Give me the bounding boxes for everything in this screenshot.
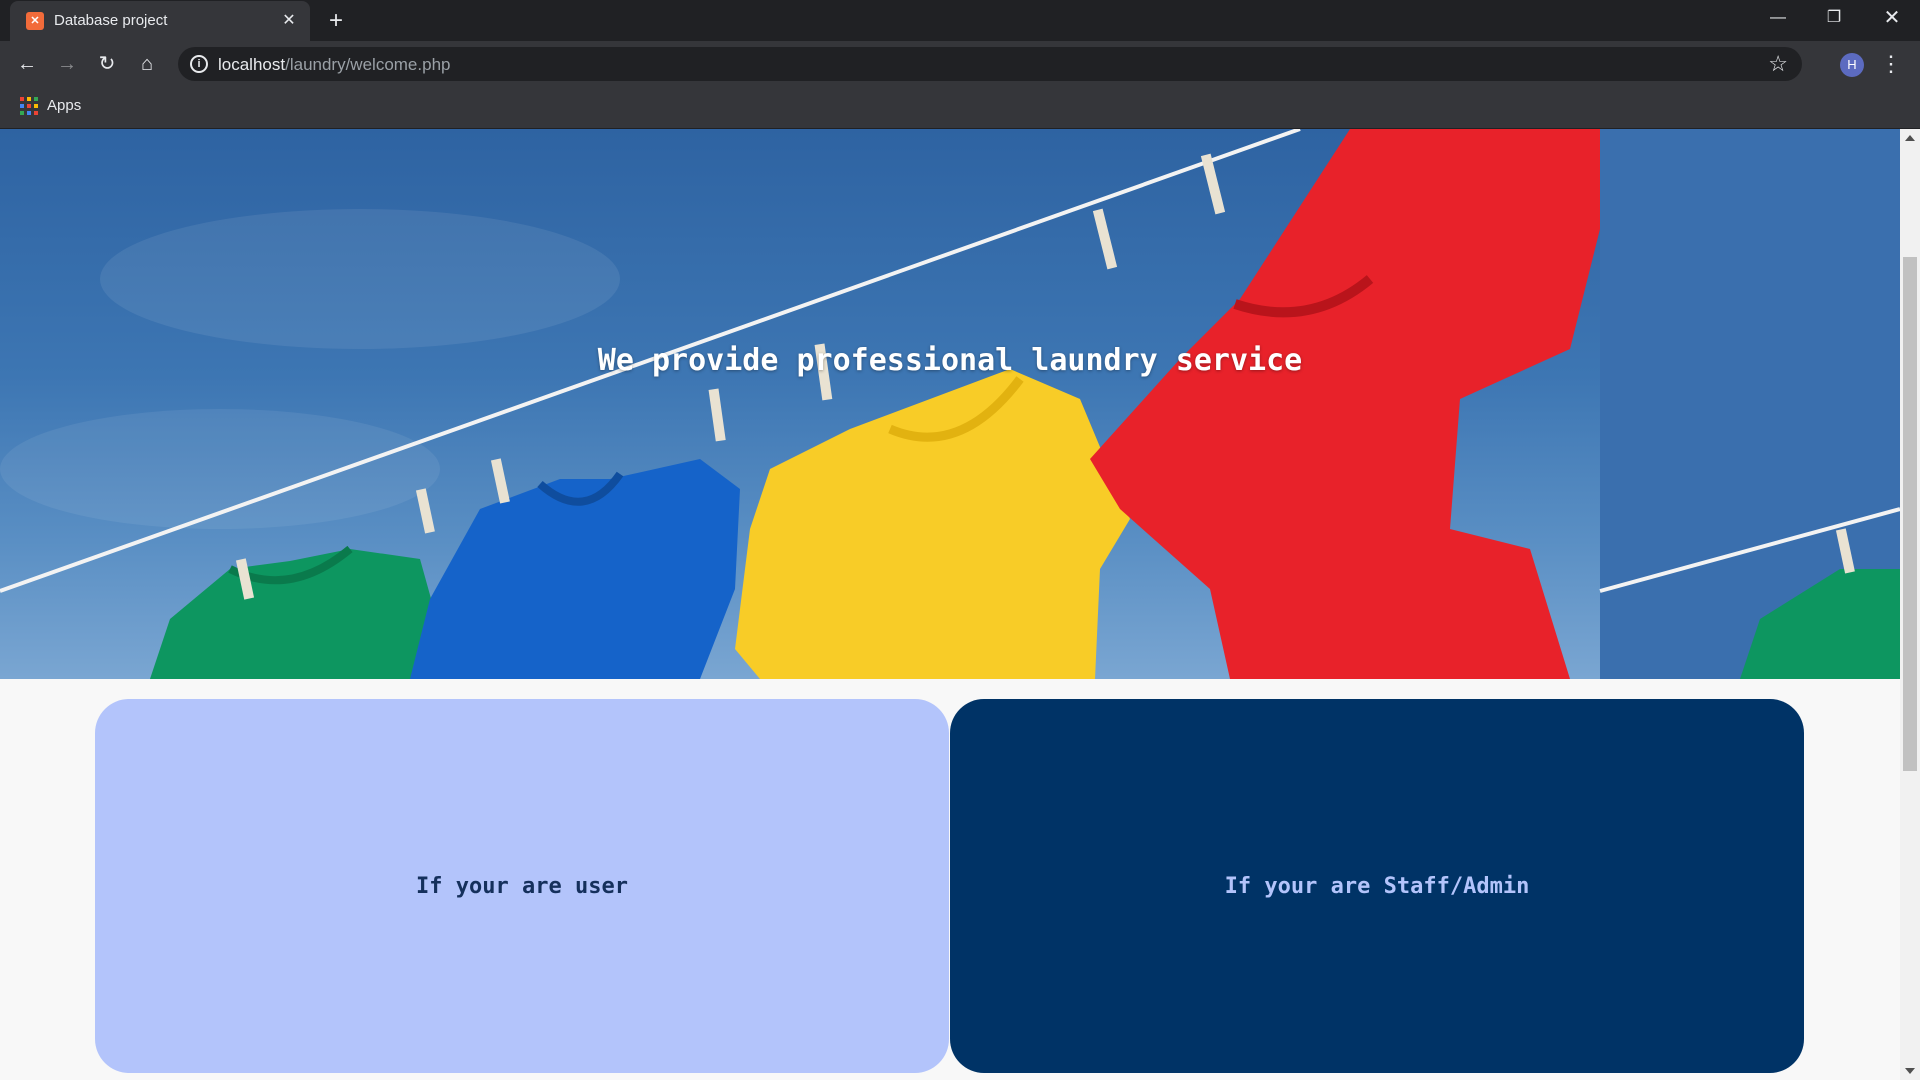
- home-icon[interactable]: ⌂: [132, 49, 162, 79]
- apps-grid-icon[interactable]: [20, 97, 38, 115]
- tab-database-project[interactable]: ✕ Database project ✕: [10, 1, 310, 41]
- info-icon[interactable]: i: [190, 55, 208, 73]
- reload-icon[interactable]: ↻: [92, 49, 122, 79]
- address-bar[interactable]: i localhost/laundry/welcome.php ☆: [178, 47, 1802, 81]
- staff-admin-login-card[interactable]: If your are Staff/Admin: [950, 699, 1804, 1073]
- url-text[interactable]: localhost/laundry/welcome.php: [218, 55, 450, 75]
- close-window-button[interactable]: ✕: [1864, 0, 1920, 36]
- page-scrollbar[interactable]: [1900, 129, 1920, 1080]
- bookmarks-bar: Apps: [0, 87, 1920, 129]
- forward-arrow-icon[interactable]: →: [52, 49, 82, 79]
- user-login-card[interactable]: If your are user: [95, 699, 949, 1073]
- new-tab-button[interactable]: +: [322, 8, 350, 36]
- xampp-icon: ✕: [26, 12, 44, 30]
- hero-title: We provide professional laundry service: [597, 343, 1303, 378]
- restore-button[interactable]: ❐: [1806, 0, 1862, 36]
- close-tab-icon[interactable]: ✕: [278, 10, 300, 32]
- apps-bookmark-label[interactable]: Apps: [47, 97, 81, 114]
- url-host: localhost: [218, 55, 286, 74]
- shirts-on-clothesline-image: [0, 129, 1900, 679]
- back-arrow-icon[interactable]: ←: [12, 49, 42, 79]
- scroll-up-arrow-icon[interactable]: [1905, 135, 1915, 141]
- scrollbar-thumb[interactable]: [1903, 257, 1917, 771]
- browser-titlebar: ✕ Database project ✕ + — ❐ ✕: [0, 0, 1920, 41]
- minimize-button[interactable]: —: [1750, 0, 1806, 36]
- more-menu-icon[interactable]: ⋮: [1880, 51, 1902, 77]
- hero-banner: We provide professional laundry service: [0, 129, 1900, 679]
- browser-toolbar: ← → ↻ ⌂ i localhost/laundry/welcome.php …: [0, 41, 1920, 87]
- scroll-down-arrow-icon[interactable]: [1905, 1068, 1915, 1074]
- tab-title: Database project: [54, 12, 168, 29]
- url-path: /laundry/welcome.php: [285, 55, 451, 74]
- page-viewport: We provide professional laundry service …: [0, 129, 1900, 1080]
- staff-card-label: If your are Staff/Admin: [1224, 873, 1530, 899]
- user-card-label: If your are user: [416, 873, 628, 899]
- bookmark-star-icon[interactable]: ☆: [1768, 51, 1788, 77]
- profile-avatar[interactable]: H: [1840, 53, 1864, 77]
